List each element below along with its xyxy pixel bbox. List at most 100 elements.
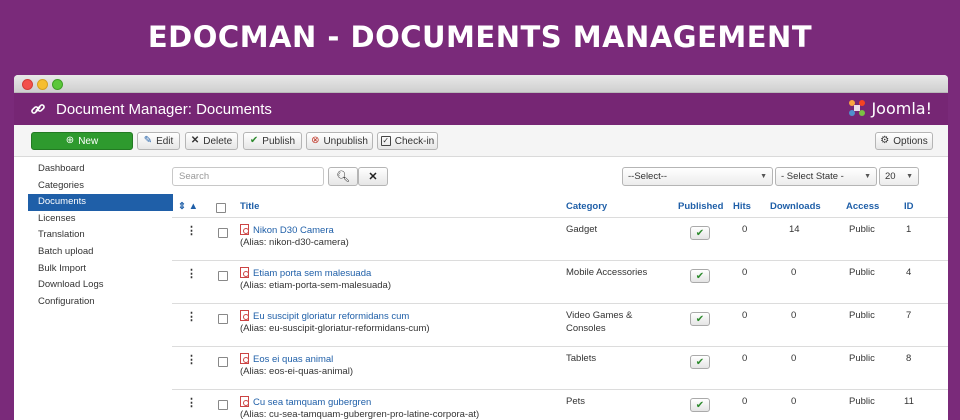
drag-handle-icon[interactable]: ⋮ — [186, 224, 197, 237]
page-title: Document Manager: Documents — [56, 101, 272, 118]
checkin-button[interactable]: ✓ Check-in — [377, 132, 438, 150]
gear-icon: ⚙ — [880, 135, 890, 146]
sidebar-item-documents[interactable]: Documents — [28, 194, 173, 211]
document-hits: 0 — [742, 224, 748, 235]
limit-select-value: 20 — [885, 171, 896, 182]
select-all-checkbox[interactable] — [216, 203, 226, 213]
document-downloads: 0 — [791, 310, 797, 321]
sidebar-item-translation[interactable]: Translation — [28, 227, 173, 244]
clear-search-button[interactable]: ✕ — [358, 167, 388, 186]
row-checkbox[interactable] — [218, 228, 228, 238]
edit-button-label: Edit — [156, 135, 174, 147]
publish-button-label: Publish — [262, 135, 296, 147]
sidebar-item-categories[interactable]: Categories — [28, 178, 173, 195]
document-access: Public — [849, 310, 875, 321]
table-row: ⋮ Etiam porta sem malesuada (Alias: etia… — [172, 260, 948, 303]
search-button[interactable]: 🔍︎ — [328, 167, 358, 186]
close-window-icon[interactable] — [22, 79, 33, 90]
toolbar: ⊕ New ✎ Edit ✕ Delete ✔ Publish ⊗ Unpubl… — [14, 125, 948, 157]
joomla-logo-icon — [849, 100, 866, 116]
document-category: Tablets — [566, 353, 597, 364]
joomla-logo: Joomla! — [847, 98, 932, 118]
header-id[interactable]: ID — [904, 201, 914, 212]
document-category: Video Games & — [566, 310, 633, 321]
table-row: ⋮ Eu suscipit gloriatur reformidans cum … — [172, 303, 948, 346]
new-button-label: New — [78, 135, 99, 147]
document-downloads: 0 — [791, 353, 797, 364]
drag-handle-icon[interactable]: ⋮ — [186, 396, 197, 409]
new-button[interactable]: ⊕ New — [31, 132, 133, 150]
category-select[interactable]: --Select-- ▼ — [622, 167, 773, 186]
joomla-brand-text: Joomla! — [871, 98, 932, 118]
drag-handle-icon[interactable]: ⋮ — [186, 267, 197, 280]
published-toggle[interactable]: ✔ — [690, 398, 710, 412]
document-hits: 0 — [742, 396, 748, 407]
plus-circle-icon: ⊕ — [65, 135, 75, 146]
options-button[interactable]: ⚙ Options — [875, 132, 933, 150]
sidebar-item-dashboard[interactable]: Dashboard — [28, 161, 173, 178]
drag-handle-icon[interactable]: ⋮ — [186, 353, 197, 366]
delete-button[interactable]: ✕ Delete — [185, 132, 238, 150]
document-category: Mobile Accessories — [566, 267, 648, 278]
table-row: ⋮ Cu sea tamquam gubergren (Alias: cu-se… — [172, 389, 948, 420]
pdf-file-icon — [240, 310, 249, 321]
document-title-link[interactable]: Etiam porta sem malesuada — [253, 268, 371, 279]
document-title-link[interactable]: Eos ei quas animal — [253, 354, 333, 365]
row-checkbox[interactable] — [218, 271, 228, 281]
header-downloads[interactable]: Downloads — [770, 201, 821, 212]
minimize-window-icon[interactable] — [37, 79, 48, 90]
drag-handle-icon[interactable]: ⋮ — [186, 310, 197, 323]
published-toggle[interactable]: ✔ — [690, 312, 710, 326]
app-window: Document Manager: Documents Joomla! ⊕ Ne… — [14, 75, 948, 420]
publish-button[interactable]: ✔ Publish — [243, 132, 302, 150]
document-downloads: 0 — [791, 396, 797, 407]
document-access: Public — [849, 267, 875, 278]
document-title-link[interactable]: Eu suscipit gloriatur reformidans cum — [253, 311, 409, 322]
row-checkbox[interactable] — [218, 314, 228, 324]
filter-bar: Search 🔍︎ ✕ --Select-- ▼ - Select State … — [172, 167, 948, 191]
document-category-line2: Consoles — [566, 323, 606, 334]
sidebar-item-configuration[interactable]: Configuration — [28, 294, 173, 311]
maximize-window-icon[interactable] — [52, 79, 63, 90]
state-select-value: - Select State - — [781, 171, 844, 182]
unpublish-button[interactable]: ⊗ Unpublish — [306, 132, 373, 150]
search-icon: 🔍︎ — [336, 171, 350, 183]
state-select[interactable]: - Select State - ▼ — [775, 167, 877, 186]
published-toggle[interactable]: ✔ — [690, 226, 710, 240]
sidebar-item-batch-upload[interactable]: Batch upload — [28, 244, 173, 261]
document-access: Public — [849, 224, 875, 235]
table-header: ⇕ ▲ Title Category Published Hits Downlo… — [172, 195, 948, 217]
documents-table: ⇕ ▲ Title Category Published Hits Downlo… — [172, 195, 948, 420]
published-toggle[interactable]: ✔ — [690, 355, 710, 369]
document-title-link[interactable]: Cu sea tamquam gubergren — [253, 397, 371, 408]
sort-order-icon[interactable]: ⇕ ▲ — [178, 201, 198, 212]
sidebar-item-bulk-import[interactable]: Bulk Import — [28, 261, 173, 278]
header-hits[interactable]: Hits — [733, 201, 751, 212]
sidebar-item-licenses[interactable]: Licenses — [28, 211, 173, 228]
limit-select[interactable]: 20 ▼ — [879, 167, 919, 186]
document-alias: (Alias: cu-sea-tamquam-gubergren-pro-lat… — [240, 409, 480, 420]
header-published[interactable]: Published — [678, 201, 723, 212]
document-downloads: 0 — [791, 267, 797, 278]
document-id: 4 — [906, 267, 912, 278]
search-input[interactable]: Search — [172, 167, 324, 186]
edit-button[interactable]: ✎ Edit — [137, 132, 180, 150]
banner-title: EDOCMAN - DOCUMENTS MANAGEMENT — [147, 20, 813, 54]
document-title-cell: Nikon D30 Camera — [240, 224, 334, 236]
window-titlebar — [14, 75, 948, 93]
header-title[interactable]: Title — [240, 201, 259, 212]
document-downloads: 14 — [789, 224, 800, 235]
published-toggle[interactable]: ✔ — [690, 269, 710, 283]
row-checkbox[interactable] — [218, 400, 228, 410]
sidebar-item-download-logs[interactable]: Download Logs — [28, 277, 173, 294]
header-category[interactable]: Category — [566, 201, 607, 212]
document-hits: 0 — [742, 353, 748, 364]
chevron-down-icon: ▼ — [864, 173, 871, 180]
document-title-link[interactable]: Nikon D30 Camera — [253, 225, 334, 236]
header-access[interactable]: Access — [846, 201, 879, 212]
row-checkbox[interactable] — [218, 357, 228, 367]
table-row: ⋮ Eos ei quas animal (Alias: eos-ei-quas… — [172, 346, 948, 389]
pdf-file-icon — [240, 267, 249, 278]
sidebar: Dashboard Categories Documents Licenses … — [28, 161, 173, 310]
delete-icon: ✕ — [190, 135, 200, 146]
